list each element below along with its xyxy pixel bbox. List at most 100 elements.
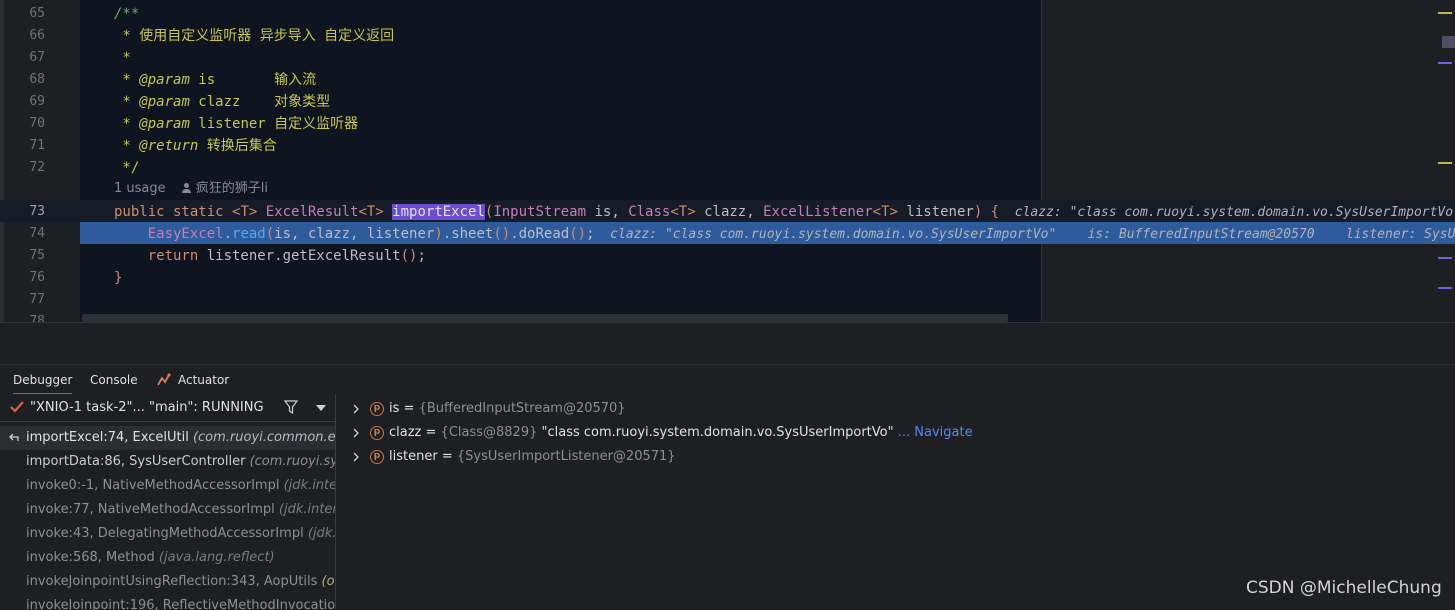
- stack-frame[interactable]: invoke:568, Method (java.lang.reflect): [0, 546, 335, 570]
- code-line[interactable]: 66 * 使用自定义监听器 异步导入 自定义返回: [0, 25, 1455, 47]
- variable-row[interactable]: p listener = {SysUserImportListener@20571…: [337, 445, 1455, 469]
- variable-type: {Class@8829}: [440, 425, 542, 440]
- variable-name: clazz: [389, 425, 422, 440]
- code-line[interactable]: 69 * @param clazz 对象类型: [0, 91, 1455, 113]
- code-token: *: [114, 50, 131, 66]
- parameter-icon: p: [370, 426, 384, 440]
- code-text: * @param listener 自定义监听器: [114, 113, 358, 135]
- code-line[interactable]: 72 */: [0, 157, 1455, 179]
- error-stripe-marker[interactable]: [1438, 287, 1452, 289]
- code-line[interactable]: 67 *: [0, 47, 1455, 69]
- frame-method: invoke:77, NativeMethodAccessorImpl: [26, 502, 279, 517]
- line-number[interactable]: 73: [0, 201, 45, 223]
- tab-console[interactable]: Console: [90, 365, 138, 395]
- line-number[interactable]: 75: [0, 245, 45, 267]
- variable-row[interactable]: p clazz = {Class@8829} "class com.ruoyi.s…: [337, 421, 1455, 445]
- variable-row[interactable]: p is = {BufferedInputStream@20570}: [337, 397, 1455, 421]
- code-token: (): [400, 248, 418, 264]
- code-token: listener 自定义监听器: [189, 116, 359, 132]
- chevron-right-icon[interactable]: [352, 428, 360, 438]
- code-token: <T>: [872, 204, 898, 220]
- line-number[interactable]: 65: [0, 3, 45, 25]
- code-text: * 使用自定义监听器 异步导入 自定义返回: [114, 25, 394, 47]
- editor-vertical-scrollbar-thumb[interactable]: [1442, 36, 1455, 48]
- frame-method: importData:86, SysUserController: [26, 454, 250, 469]
- code-token: is 输入流: [189, 72, 317, 88]
- parameter-icon: p: [370, 450, 384, 464]
- code-line[interactable]: 68 * @param is 输入流: [0, 69, 1455, 91]
- frames-panel: "XNIO-1 task-2"... "main": RUNNING impor…: [0, 394, 336, 610]
- line-number[interactable]: 70: [0, 113, 45, 135]
- thread-label: "XNIO-1 task-2"... "main": RUNNING: [30, 400, 264, 415]
- frame-label: invoke:77, NativeMethodAccessorImpl (jdk…: [26, 498, 335, 522]
- error-stripe-marker[interactable]: [1438, 162, 1452, 164]
- inline-debug-value: clazz: "class com.ruoyi.system.domain.vo…: [594, 227, 1455, 242]
- error-stripe-marker[interactable]: [1438, 257, 1452, 259]
- code-token: ExcelListener: [763, 204, 873, 220]
- variable-equals: =: [399, 401, 419, 416]
- error-stripe-marker[interactable]: [1438, 12, 1452, 14]
- stack-frame[interactable]: invokeJoinpointUsingReflection:343, AopU…: [0, 570, 335, 594]
- stack-frame[interactable]: importData:86, SysUserController (com.ru…: [0, 450, 335, 474]
- variable-type: {BufferedInputStream@20570}: [418, 401, 626, 416]
- variable-name: is: [389, 401, 400, 416]
- thread-selector[interactable]: "XNIO-1 task-2"... "main": RUNNING: [0, 394, 335, 422]
- chevron-down-icon[interactable]: [316, 405, 326, 411]
- line-number[interactable]: 71: [0, 135, 45, 157]
- code-text: EasyExcel.read(is, clazz, listener).shee…: [114, 223, 1455, 246]
- stack-frame[interactable]: importExcel:74, ExcelUtil (com.ruoyi.com…: [0, 426, 336, 450]
- code-line[interactable]: 65 /**: [0, 3, 1455, 25]
- chevron-right-icon[interactable]: [352, 404, 360, 414]
- code-token: @param: [139, 94, 190, 110]
- code-text: public static <T> ExcelResult<T> importE…: [114, 201, 1455, 224]
- code-token: return: [114, 248, 207, 264]
- code-token: @param: [139, 72, 190, 88]
- line-number[interactable]: 78: [0, 311, 45, 322]
- stack-frame[interactable]: invoke0:-1, NativeMethodAccessorImpl (jd…: [0, 474, 335, 498]
- code-text: *: [114, 47, 131, 69]
- code-line[interactable]: 71 * @return 转换后集合: [0, 135, 1455, 157]
- error-stripe-marker[interactable]: [1438, 62, 1452, 64]
- code-token: public static: [114, 204, 233, 220]
- code-token: listener: [897, 204, 974, 220]
- frame-package: (com.ruoyi.common.exce: [192, 430, 336, 445]
- code-line[interactable]: 73 public static <T> ExcelResult<T> impor…: [0, 201, 1455, 223]
- frame-package: (com.ruoyi.syste: [249, 454, 335, 469]
- navigate-link[interactable]: ... Navigate: [894, 425, 973, 440]
- code-text: * @return 转换后集合: [114, 135, 277, 157]
- code-token: 转换后集合: [198, 138, 277, 154]
- line-number[interactable]: 66: [0, 25, 45, 47]
- code-line[interactable]: 76}: [0, 267, 1455, 289]
- line-number[interactable]: 69: [0, 91, 45, 113]
- line-number[interactable]: 77: [0, 289, 45, 311]
- code-editor[interactable]: 1 usage 疯狂的狮子li 65 /** 66 * 使用自定义监听器 异步导入 …: [0, 0, 1455, 322]
- author-inlay[interactable]: 疯狂的狮子li: [181, 181, 269, 196]
- code-line[interactable]: 74 EasyExcel.read(is, clazz, listener).s…: [0, 223, 1455, 245]
- editor-horizontal-scrollbar[interactable]: [82, 314, 1008, 322]
- tab-debugger[interactable]: Debugger: [13, 365, 73, 395]
- usage-inlay[interactable]: 1 usage 疯狂的狮子li: [114, 178, 268, 200]
- variable-text: listener = {SysUserImportListener@20571}: [389, 445, 676, 469]
- tab-actuator[interactable]: Actuator: [178, 365, 229, 395]
- panel-divider[interactable]: [0, 322, 1455, 364]
- debug-tool-tabs: Debugger Console Actuator: [0, 364, 1455, 395]
- stack-frame[interactable]: invokeJoinpoint:196, ReflectiveMethodInv…: [0, 594, 335, 610]
- code-line[interactable]: 77: [0, 289, 1455, 311]
- code-token: * 使用自定义监听器 异步导入 自定义返回: [114, 28, 395, 44]
- usage-count[interactable]: 1 usage: [114, 181, 166, 196]
- code-token: InputStream: [493, 204, 587, 220]
- line-number[interactable]: 74: [0, 223, 45, 245]
- chevron-right-icon[interactable]: [352, 452, 360, 462]
- code-token: ) {: [973, 204, 1000, 220]
- filter-icon[interactable]: [284, 400, 298, 414]
- stack-frame[interactable]: invoke:77, NativeMethodAccessorImpl (jdk…: [0, 498, 335, 522]
- line-number[interactable]: 72: [0, 157, 45, 179]
- code-token: *: [114, 94, 140, 110]
- code-line[interactable]: 75 return listener.getExcelResult();: [0, 245, 1455, 267]
- line-number[interactable]: 68: [0, 69, 45, 91]
- line-number[interactable]: 76: [0, 267, 45, 289]
- line-number[interactable]: 67: [0, 47, 45, 69]
- stack-frame[interactable]: invoke:43, DelegatingMethodAccessorImpl …: [0, 522, 335, 546]
- code-line[interactable]: 70 * @param listener 自定义监听器: [0, 113, 1455, 135]
- author-name: 疯狂的狮子li: [195, 181, 269, 196]
